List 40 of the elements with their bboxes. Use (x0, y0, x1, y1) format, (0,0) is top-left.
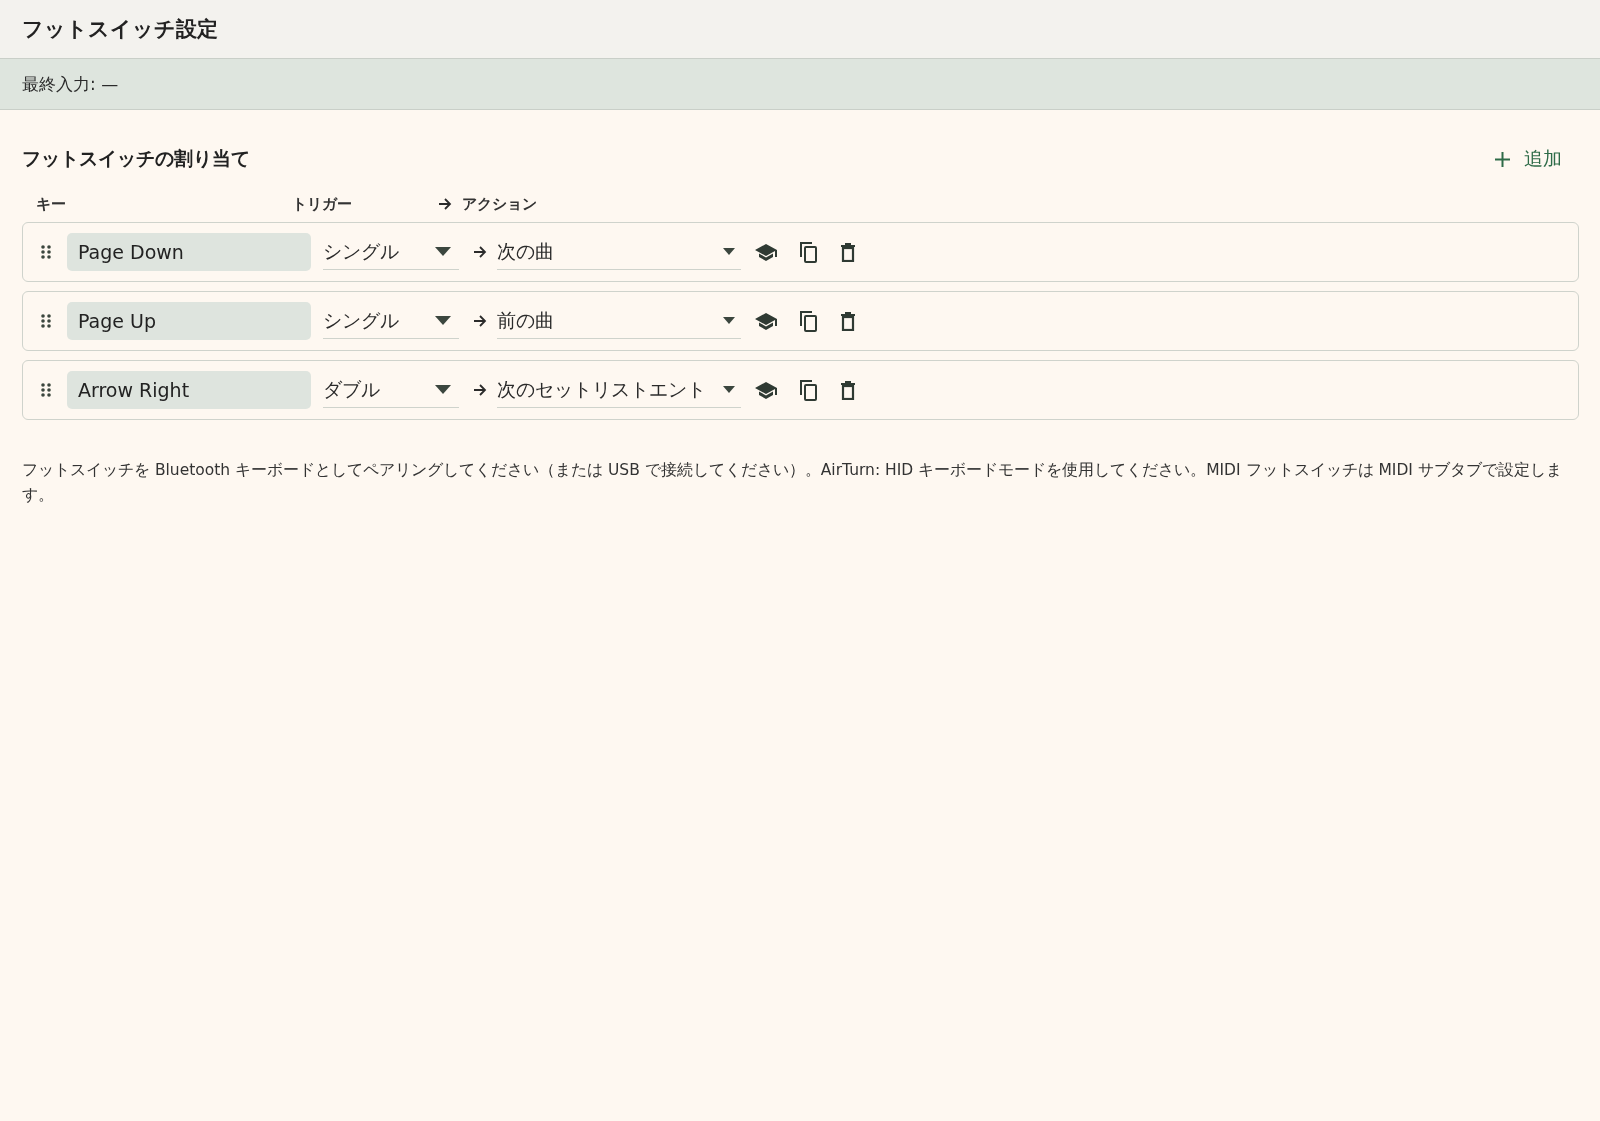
graduation-cap-icon[interactable] (755, 243, 777, 261)
key-field[interactable]: Arrow Right (67, 371, 311, 409)
key-field[interactable]: Page Down (67, 233, 311, 271)
trigger-dropdown[interactable]: ダブル (323, 372, 459, 408)
plus-icon (1495, 151, 1510, 167)
action-dropdown[interactable]: 次のセットリストエント (497, 372, 741, 408)
graduation-cap-icon[interactable] (755, 312, 777, 330)
trigger-dropdown[interactable]: シングル (323, 234, 459, 270)
caret-icon (723, 386, 735, 393)
caret-icon (435, 247, 451, 256)
arrow-icon (473, 314, 487, 328)
caret-icon (435, 316, 451, 325)
copy-icon[interactable] (799, 241, 818, 263)
caret-icon (723, 248, 735, 255)
delete-icon[interactable] (840, 242, 856, 262)
delete-icon[interactable] (840, 380, 856, 400)
caret-icon (723, 317, 735, 324)
action-dropdown[interactable]: 前の曲 (497, 303, 741, 339)
graduation-cap-icon[interactable] (755, 381, 777, 399)
column-header: キー (36, 194, 67, 214)
column-header: トリガー (292, 194, 353, 214)
copy-icon[interactable] (799, 379, 818, 401)
arrow-icon (473, 383, 487, 397)
arrow-icon (473, 245, 487, 259)
arrow-icon (438, 197, 452, 211)
last-input-text: 最終入力: — (22, 72, 119, 96)
window-title: フットスイッチ設定 (22, 16, 218, 43)
drag-handle-icon[interactable] (39, 382, 53, 398)
key-field[interactable]: Page Up (67, 302, 311, 340)
copy-icon[interactable] (799, 310, 818, 332)
add-button[interactable]: 追加 (1491, 142, 1579, 176)
section-title: フットスイッチの割り当て (22, 146, 250, 171)
drag-handle-icon[interactable] (39, 313, 53, 329)
trigger-dropdown[interactable]: シングル (323, 303, 459, 339)
action-dropdown[interactable]: 次の曲 (497, 234, 741, 270)
delete-icon[interactable] (840, 311, 856, 331)
column-header: アクション (462, 194, 537, 214)
help-text: フットスイッチを Bluetooth キーボードとしてペアリングしてください（または USB で接続してください）。AirTurn: HID キーボードモードを使用してください。MIDI フットスイッチは MIDI サブタブで設定します。 (22, 460, 1563, 506)
caret-icon (435, 385, 451, 394)
drag-handle-icon[interactable] (39, 244, 53, 260)
